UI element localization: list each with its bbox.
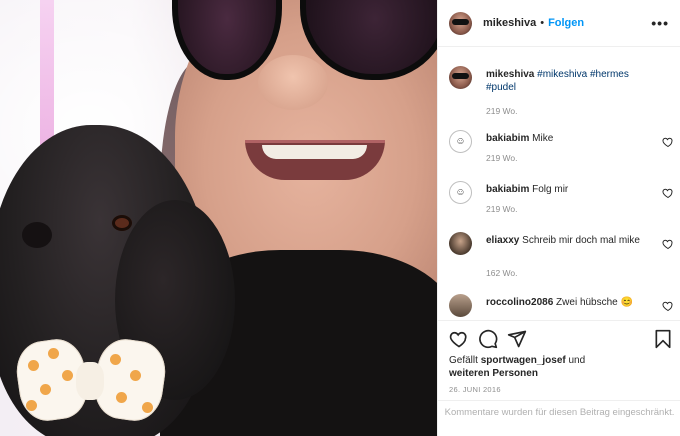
comment-body: Zwei hübsche 😊 [556, 297, 633, 308]
post-side-panel: mikeshiva • Folgen ••• mikeshiva #mikesh… [437, 0, 680, 436]
comments-disabled-notice: Kommentare wurden für diesen Beitrag ein… [438, 400, 680, 436]
avatar[interactable]: ☺ [449, 181, 472, 204]
likes-mid: und [568, 355, 586, 366]
caption-time: 219 Wo. [486, 106, 518, 116]
heart-icon[interactable] [662, 238, 674, 250]
header-separator: • [540, 17, 545, 29]
header-username[interactable]: mikeshiva [483, 17, 536, 29]
comment-time: 219 Wo. [486, 204, 518, 214]
comment-bubble-icon[interactable] [478, 329, 498, 349]
more-dots-icon[interactable]: ••• [651, 15, 669, 31]
follow-button[interactable]: Folgen [548, 17, 584, 29]
comment-username[interactable]: roccolino2086 [486, 297, 553, 308]
caption-username[interactable]: mikeshiva [486, 69, 534, 80]
comment-text: bakiabim Folg mir [486, 183, 651, 196]
avatar[interactable] [449, 294, 472, 317]
comment-username[interactable]: bakiabim [486, 184, 529, 195]
bow-dot [48, 348, 59, 359]
comment-username[interactable]: bakiabim [486, 133, 529, 144]
comment-username[interactable]: eliaxxy [486, 235, 519, 246]
likes-prefix: Gefällt [449, 355, 478, 366]
bow-dot [116, 392, 127, 403]
bow-dot [130, 370, 141, 381]
likes-user[interactable]: sportwagen_josef [481, 355, 566, 366]
bow-dot [28, 360, 39, 371]
comment-text: bakiabim Mike [486, 132, 651, 145]
comment-body: Mike [532, 133, 554, 144]
bow-dot [110, 354, 121, 365]
post-date[interactable]: 26. JUNI 2016 [449, 385, 501, 394]
post-actions: Gefällt sportwagen_josef und weiteren Pe… [438, 320, 680, 436]
heart-icon[interactable] [662, 187, 674, 199]
caption-text: mikeshiva #mikeshiva #hermes #pudel [486, 68, 651, 94]
photo-bow-tie [12, 335, 170, 430]
comment-time: 162 Wo. [486, 268, 518, 278]
paper-plane-icon[interactable] [507, 329, 527, 349]
bow-dot [142, 402, 153, 413]
heart-icon[interactable] [662, 300, 674, 312]
avatar[interactable] [449, 232, 472, 255]
photo-poodle-nose [22, 222, 52, 248]
likes-others[interactable]: weiteren Personen [449, 368, 538, 379]
action-icons [449, 329, 671, 351]
bow-dot [40, 384, 51, 395]
comment-body: Folg mir [532, 184, 569, 195]
bow-knot [76, 362, 104, 400]
avatar[interactable]: ☺ [449, 130, 472, 153]
avatar[interactable] [449, 66, 472, 89]
heart-icon[interactable] [662, 136, 674, 148]
likes-summary: Gefällt sportwagen_josef und weiteren Pe… [449, 354, 649, 380]
post-header: mikeshiva • Folgen ••• [438, 0, 680, 47]
comments-list[interactable]: mikeshiva #mikeshiva #hermes #pudel 219 … [438, 52, 680, 320]
photo-poodle-eye [112, 215, 132, 231]
bow-dot [62, 370, 73, 381]
bookmark-icon[interactable] [653, 329, 673, 349]
photo-teeth [262, 145, 367, 159]
avatar[interactable] [449, 11, 472, 35]
post-photo[interactable] [0, 0, 437, 436]
comment-text: eliaxxy Schreib mir doch mal mike [486, 234, 651, 247]
photo-nose [258, 55, 328, 110]
heart-icon[interactable] [449, 329, 469, 349]
comment-time: 219 Wo. [486, 153, 518, 163]
comment-body: Schreib mir doch mal mike [522, 235, 640, 246]
comment-text: roccolino2086 Zwei hübsche 😊 [486, 296, 651, 309]
bow-dot [26, 400, 37, 411]
